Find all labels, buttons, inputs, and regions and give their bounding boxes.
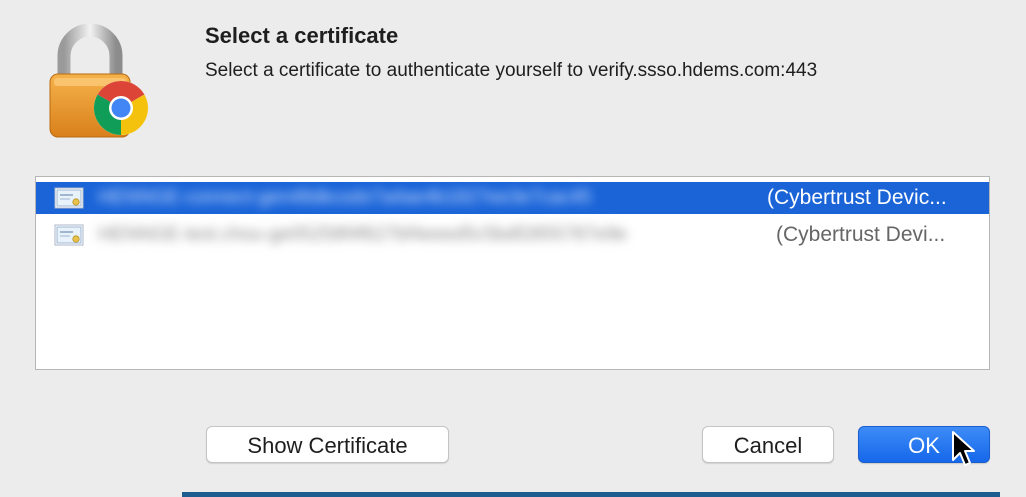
lock-chrome-icon: [40, 18, 162, 143]
certificate-name: HENNGE-connect-gen48dkcodx7a4ae4b1827ee3…: [98, 187, 592, 208]
certificate-issuer: (Cybertrust Devi...: [776, 223, 946, 246]
certificate-row[interactable]: HENNGE-test.chou-ge05258f4f627bf4eeed5c5…: [36, 219, 989, 251]
dialog-message: Select a certificate to authenticate you…: [205, 60, 818, 81]
certificate-dialog: Select a certificate Select a certificat…: [0, 0, 1026, 497]
certificate-name: HENNGE-test.chou-ge05258f4f627bf4eeed5c5…: [98, 224, 628, 245]
certificate-list[interactable]: HENNGE-connect-gen48dkcodx7a4ae4b1827ee3…: [35, 176, 990, 370]
dialog-title: Select a certificate: [205, 23, 399, 48]
show-certificate-button[interactable]: Show Certificate: [206, 426, 449, 463]
certificate-issuer: (Cybertrust Devic...: [767, 186, 947, 209]
window-edge-strip: [182, 492, 1000, 497]
cancel-button[interactable]: Cancel: [702, 426, 834, 463]
certificate-row-selected[interactable]: HENNGE-connect-gen48dkcodx7a4ae4b1827ee3…: [36, 182, 989, 214]
certificate-icon: [54, 187, 84, 209]
certificate-icon: [54, 224, 84, 246]
ok-button[interactable]: OK: [858, 426, 990, 463]
